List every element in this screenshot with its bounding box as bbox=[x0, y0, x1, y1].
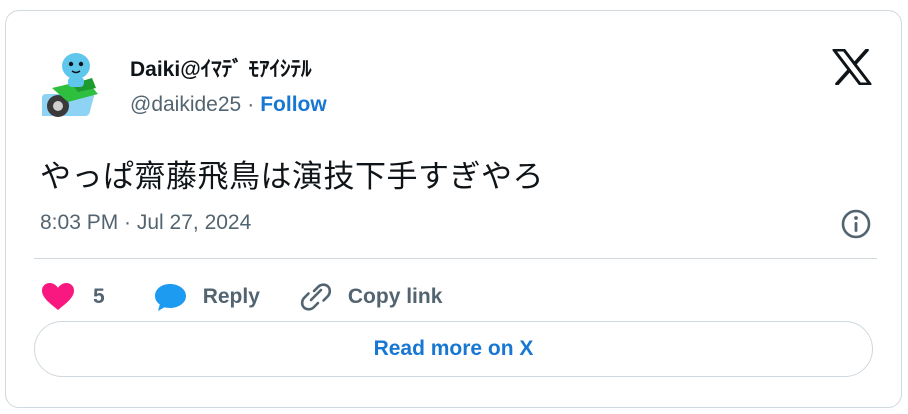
tweet-timestamp[interactable]: 8:03 PM · Jul 27, 2024 bbox=[40, 211, 251, 235]
follow-button[interactable]: Follow bbox=[260, 93, 327, 117]
author-display-name[interactable]: Daiki@ｲﾏﾃﾞ ﾓｱｲｼﾃﾙ bbox=[130, 53, 312, 83]
copy-link-label: Copy link bbox=[347, 285, 443, 308]
avatar-image bbox=[37, 53, 98, 117]
tweet-card: Daiki@ｲﾏﾃﾞ ﾓｱｲｼﾃﾙ @daikide25 · Follow やっ… bbox=[5, 10, 902, 408]
link-icon bbox=[298, 281, 334, 313]
read-more-button[interactable]: Read more on X bbox=[34, 321, 873, 377]
info-icon[interactable] bbox=[840, 208, 872, 240]
author-handle[interactable]: @daikide25 bbox=[130, 93, 241, 117]
divider bbox=[34, 258, 877, 259]
tweet-actions: 5 Reply Copy link bbox=[40, 279, 442, 315]
author-name-row: Daiki@ｲﾏﾃﾞ ﾓｱｲｼﾃﾙ bbox=[130, 53, 312, 83]
author-handle-row: @daikide25 · Follow bbox=[130, 93, 327, 117]
avatar[interactable] bbox=[37, 44, 110, 120]
like-count: 5 bbox=[93, 285, 105, 308]
tweet-text: やっぱ齋藤飛鳥は演技下手すぎやろ bbox=[40, 159, 544, 195]
copy-link-button[interactable]: Copy link bbox=[298, 281, 443, 313]
reply-button[interactable]: Reply bbox=[153, 281, 260, 313]
x-logo-icon[interactable] bbox=[832, 48, 872, 86]
handle-separator: · bbox=[247, 93, 255, 116]
reply-label: Reply bbox=[202, 285, 260, 308]
reply-bubble-icon bbox=[153, 281, 189, 313]
like-button[interactable]: 5 bbox=[40, 281, 105, 313]
heart-icon bbox=[40, 281, 76, 313]
